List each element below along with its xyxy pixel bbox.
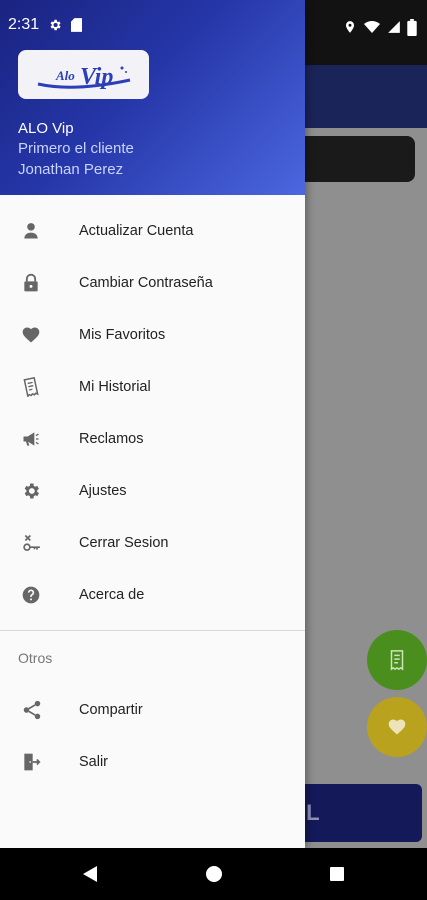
back-triangle-icon — [83, 866, 97, 882]
receipt-icon — [0, 377, 79, 397]
status-icons — [343, 16, 417, 38]
menu-item-compartir[interactable]: Compartir — [0, 684, 305, 736]
favorites-fab[interactable] — [367, 697, 427, 757]
menu-item-ajustes[interactable]: Ajustes — [0, 465, 305, 517]
system-nav-bar — [0, 848, 427, 900]
menu-item-label: Salir — [79, 754, 109, 770]
menu-item-acerca-de[interactable]: Acerca de — [0, 569, 305, 621]
menu-item-cambiar-contrasena[interactable]: Cambiar Contraseña — [0, 257, 305, 309]
menu-item-label: Mi Historial — [79, 379, 151, 395]
menu-item-reclamos[interactable]: Reclamos — [0, 413, 305, 465]
menu-item-mi-historial[interactable]: Mi Historial — [0, 361, 305, 413]
menu-item-label: Compartir — [79, 702, 143, 718]
background-action-button[interactable]: IL — [290, 784, 422, 842]
menu-item-label: Acerca de — [79, 587, 145, 603]
receipt-icon — [390, 650, 404, 671]
navigation-drawer: 2:31 Alo Vip ALO Vip Primero el cliente … — [0, 0, 305, 848]
menu-item-mis-favoritos[interactable]: Mis Favoritos — [0, 309, 305, 361]
sd-card-icon — [71, 18, 83, 32]
menu-item-salir[interactable]: Salir — [0, 736, 305, 788]
menu-item-label: Cerrar Sesion — [79, 535, 169, 551]
status-left: 2:31 — [8, 16, 83, 34]
settings-status-icon — [50, 19, 61, 31]
menu-item-label: Actualizar Cuenta — [79, 223, 194, 239]
signal-icon — [388, 21, 400, 33]
help-icon — [0, 585, 79, 605]
logout-key-icon — [0, 533, 79, 553]
recents-button[interactable] — [325, 862, 349, 886]
home-button[interactable] — [202, 862, 226, 886]
status-time: 2:31 — [8, 16, 40, 33]
app-logo: Alo Vip — [18, 50, 149, 99]
menu-item-label: Cambiar Contraseña — [79, 275, 213, 291]
history-fab[interactable] — [367, 630, 427, 690]
section-label-otros: Otros — [18, 650, 53, 666]
home-circle-icon — [206, 866, 222, 882]
recents-square-icon — [330, 867, 344, 881]
menu-item-cerrar-sesion[interactable]: Cerrar Sesion — [0, 517, 305, 569]
svg-text:Vip: Vip — [80, 64, 113, 90]
heart-icon — [0, 325, 79, 345]
drawer-app-name: ALO Vip — [18, 120, 74, 137]
location-icon — [345, 21, 355, 33]
share-icon — [0, 699, 79, 721]
menu-item-label: Ajustes — [79, 483, 127, 499]
svg-text:Alo: Alo — [55, 68, 75, 83]
back-button[interactable] — [78, 862, 102, 886]
battery-icon — [407, 18, 417, 36]
menu-item-actualizar-cuenta[interactable]: Actualizar Cuenta — [0, 205, 305, 257]
gear-icon — [0, 481, 79, 501]
drawer-other-menu: Compartir Salir — [0, 684, 305, 788]
exit-icon — [0, 751, 79, 773]
drawer-user-name: Jonathan Perez — [18, 161, 124, 178]
menu-item-label: Mis Favoritos — [79, 327, 166, 343]
divider — [0, 630, 305, 631]
megaphone-icon — [0, 429, 79, 449]
drawer-menu: Actualizar Cuenta Cambiar Contraseña Mis… — [0, 205, 305, 621]
person-icon — [0, 221, 79, 241]
lock-icon — [0, 273, 79, 293]
heart-icon — [388, 719, 406, 735]
menu-item-label: Reclamos — [79, 431, 144, 447]
wifi-icon — [364, 21, 380, 33]
alo-vip-logo: Alo Vip — [37, 64, 130, 90]
drawer-tagline: Primero el cliente — [18, 140, 134, 157]
drawer-header: 2:31 Alo Vip ALO Vip Primero el cliente … — [0, 0, 305, 195]
